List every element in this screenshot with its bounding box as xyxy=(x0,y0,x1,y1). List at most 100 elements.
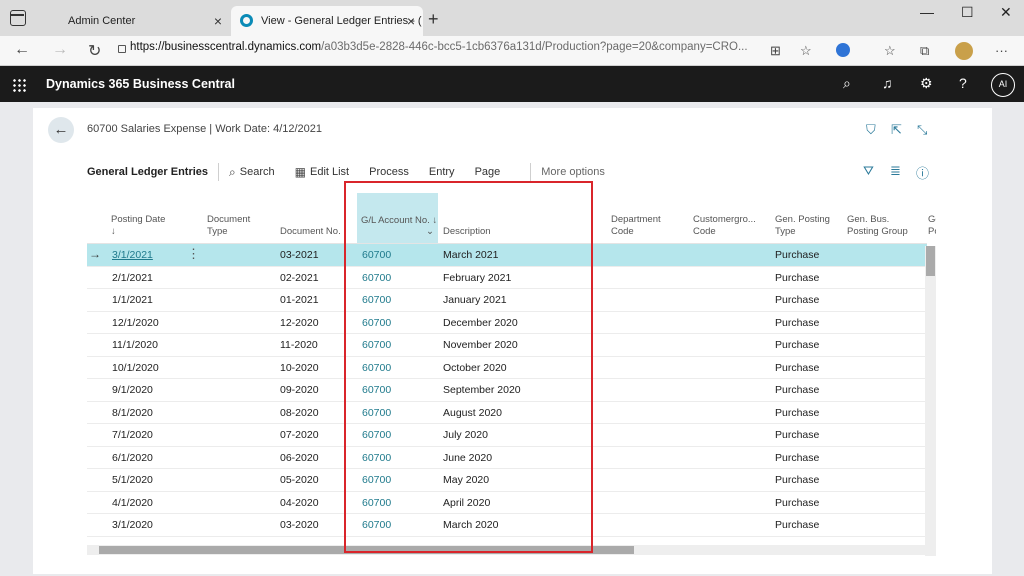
col-document-no[interactable]: Document No. xyxy=(280,226,350,238)
posting-type-cell[interactable]: Purchase xyxy=(775,452,819,464)
favorite-add-icon[interactable]: ☆ xyxy=(800,43,812,59)
url-field[interactable]: https://businesscentral.dynamics.com/a03… xyxy=(130,41,748,53)
document-no-cell[interactable]: 02-2021 xyxy=(280,272,319,284)
col-posting-date[interactable]: Posting Date ↓ xyxy=(111,214,181,238)
page-menu[interactable]: Page xyxy=(475,166,501,178)
posting-type-cell[interactable]: Purchase xyxy=(775,362,819,374)
document-no-cell[interactable]: 08-2020 xyxy=(280,407,319,419)
new-tab-button[interactable]: + xyxy=(428,9,439,30)
col-gen-prod-posting-group[interactable]: Ge Po xyxy=(928,214,936,238)
posting-date-cell[interactable]: 3/1/2021 xyxy=(112,249,153,261)
posting-type-cell[interactable]: Purchase xyxy=(775,519,819,531)
document-no-cell[interactable]: 04-2020 xyxy=(280,497,319,509)
browser-tab-admin-center[interactable]: Admin Center × xyxy=(40,6,230,36)
posting-date-cell[interactable]: 3/1/2020 xyxy=(112,519,153,531)
page-name: General Ledger Entries xyxy=(87,166,209,178)
posting-date-cell[interactable]: 5/1/2020 xyxy=(112,474,153,486)
document-no-cell[interactable]: 09-2020 xyxy=(280,384,319,396)
search-icon[interactable]: ⌕ xyxy=(843,75,851,92)
extension-icon[interactable] xyxy=(836,43,850,57)
col-gen-posting-type[interactable]: Gen. Posting Type xyxy=(775,214,835,238)
info-icon[interactable]: ⓘ xyxy=(916,163,929,182)
action-bar: General Ledger Entries ⌕ Search ▦ Edit Lis… xyxy=(87,162,625,182)
posting-date-cell[interactable]: 10/1/2020 xyxy=(112,362,159,374)
edit-list-label: Edit List xyxy=(309,166,350,178)
search-button[interactable]: ⌕ Search xyxy=(229,165,275,180)
document-no-cell[interactable]: 05-2020 xyxy=(280,474,319,486)
current-row-arrow-icon: → xyxy=(89,247,101,261)
posting-date-cell[interactable]: 6/1/2020 xyxy=(112,452,153,464)
col-document-type[interactable]: Document Type xyxy=(207,214,267,238)
tab-actions-icon[interactable] xyxy=(10,10,26,26)
document-no-cell[interactable]: 07-2020 xyxy=(280,429,319,441)
posting-type-cell[interactable]: Purchase xyxy=(775,497,819,509)
posting-date-cell[interactable]: 11/1/2020 xyxy=(112,339,158,351)
tab-title: Admin Center xyxy=(68,15,136,27)
document-no-cell[interactable]: 03-2020 xyxy=(280,519,319,531)
posting-type-cell[interactable]: Purchase xyxy=(775,429,819,441)
document-no-cell[interactable]: 01-2021 xyxy=(280,294,319,306)
posting-date-cell[interactable]: 12/1/2020 xyxy=(112,317,159,329)
posting-date-cell[interactable]: 9/1/2020 xyxy=(112,384,153,396)
close-window-button[interactable]: ✕ xyxy=(1000,4,1012,21)
minimize-button[interactable]: — xyxy=(920,4,934,20)
lock-icon[interactable] xyxy=(118,45,126,53)
document-no-cell[interactable]: 06-2020 xyxy=(280,452,319,464)
posting-type-cell[interactable]: Purchase xyxy=(775,339,819,351)
col-department-code[interactable]: Department Code xyxy=(611,214,671,238)
app-title[interactable]: Dynamics 365 Business Central xyxy=(46,77,235,91)
posting-type-cell[interactable]: Purchase xyxy=(775,317,819,329)
forward-arrow-icon[interactable]: → xyxy=(52,41,68,59)
business-central-icon xyxy=(240,14,253,27)
posting-type-cell[interactable]: Purchase xyxy=(775,272,819,284)
col-customergroup-code[interactable]: Customergro... Code xyxy=(693,214,763,238)
vertical-scrollbar[interactable] xyxy=(925,246,936,556)
back-button[interactable]: ← xyxy=(48,117,74,143)
posting-date-cell[interactable]: 2/1/2021 xyxy=(112,272,153,284)
more-options-button[interactable]: More options xyxy=(541,166,605,178)
browser-profile-avatar[interactable] xyxy=(955,42,973,60)
document-no-cell[interactable]: 03-2021 xyxy=(280,249,319,261)
app-launcher-icon[interactable] xyxy=(12,78,26,92)
close-tab-icon[interactable]: × xyxy=(407,13,415,29)
posting-date-cell[interactable]: 7/1/2020 xyxy=(112,429,153,441)
gear-icon[interactable]: ⚙ xyxy=(920,75,933,92)
help-icon[interactable]: ? xyxy=(959,75,967,91)
document-no-cell[interactable]: 12-2020 xyxy=(280,317,319,329)
posting-date-cell[interactable]: 4/1/2020 xyxy=(112,497,153,509)
page-title: 60700 Salaries Expense | Work Date: 4/12… xyxy=(87,123,323,135)
col-gen-bus-posting-group[interactable]: Gen. Bus. Posting Group xyxy=(847,214,917,238)
row-actions-icon[interactable]: ⋮ xyxy=(187,246,200,262)
posting-type-cell[interactable]: Purchase xyxy=(775,249,819,261)
edit-list-button[interactable]: ▦ Edit List xyxy=(295,165,349,179)
settings-more-icon[interactable]: ··· xyxy=(995,43,1008,58)
list-view-icon[interactable]: ≣ xyxy=(890,163,901,179)
posting-type-cell[interactable]: Purchase xyxy=(775,407,819,419)
collapse-icon[interactable]: ⤡ xyxy=(917,122,927,138)
open-new-window-icon[interactable]: ⇱ xyxy=(891,122,902,138)
filter-icon[interactable]: ⛛ xyxy=(863,163,874,179)
document-no-cell[interactable]: 10-2020 xyxy=(280,362,319,374)
document-no-cell[interactable]: 11-2020 xyxy=(280,339,318,351)
posting-type-cell[interactable]: Purchase xyxy=(775,384,819,396)
app-available-icon[interactable]: ⊞ xyxy=(770,43,781,59)
favorites-icon[interactable]: ☆ xyxy=(884,43,896,59)
scrollbar-thumb[interactable] xyxy=(926,246,935,276)
close-tab-icon[interactable]: × xyxy=(214,13,222,29)
refresh-icon[interactable]: ↻ xyxy=(88,41,101,61)
back-arrow-icon[interactable]: ← xyxy=(14,41,30,59)
posting-date-cell[interactable]: 8/1/2020 xyxy=(112,407,153,419)
maximize-button[interactable]: ☐ xyxy=(961,4,974,21)
divider xyxy=(530,163,532,181)
collections-icon[interactable]: ⧉ xyxy=(920,43,929,59)
posting-type-cell[interactable]: Purchase xyxy=(775,474,819,486)
posting-date-cell[interactable]: 1/1/2021 xyxy=(112,294,153,306)
browser-tab-general-ledger[interactable]: View - General Ledger Entries - ( × xyxy=(231,6,423,36)
entry-menu[interactable]: Entry xyxy=(429,166,455,178)
posting-type-cell[interactable]: Purchase xyxy=(775,294,819,306)
bookmark-icon[interactable]: ⛉ xyxy=(866,122,876,138)
notifications-icon[interactable]: ♫ xyxy=(882,75,893,91)
process-menu[interactable]: Process xyxy=(369,166,409,178)
avatar[interactable]: AI xyxy=(991,73,1015,97)
divider xyxy=(218,163,220,181)
